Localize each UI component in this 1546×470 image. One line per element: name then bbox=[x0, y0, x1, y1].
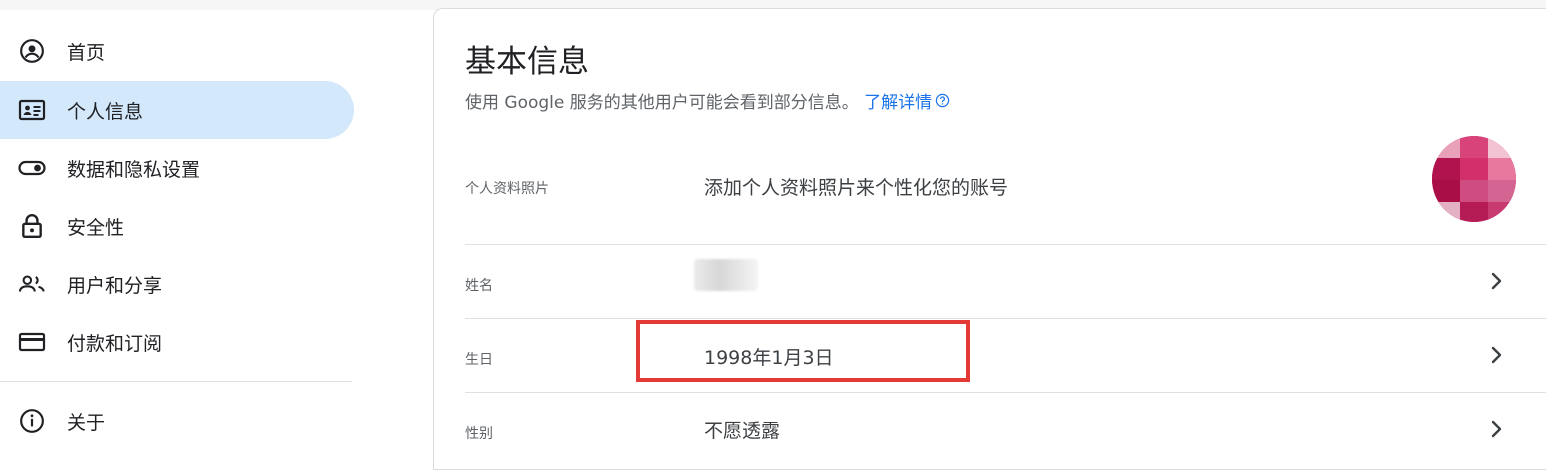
page-subtitle: 使用 Google 服务的其他用户可能会看到部分信息。 了解详情 bbox=[465, 88, 950, 113]
sidebar-item-label: 安全性 bbox=[67, 216, 125, 239]
sidebar-item-label: 关于 bbox=[67, 411, 106, 434]
lock-icon bbox=[18, 212, 46, 240]
subtitle-text: 使用 Google 服务的其他用户可能会看到部分信息。 bbox=[465, 93, 859, 113]
row-label-name: 姓名 bbox=[465, 278, 493, 294]
sidebar-item-label: 首页 bbox=[67, 41, 106, 64]
sidebar-item-security[interactable]: 安全性 bbox=[0, 197, 354, 255]
sidebar-item-label: 数据和隐私设置 bbox=[67, 158, 201, 181]
row-value-profile-photo: 添加个人资料照片来个性化您的账号 bbox=[704, 177, 1009, 199]
info-icon bbox=[18, 407, 46, 435]
avatar[interactable] bbox=[1432, 136, 1516, 222]
row-label-birthday: 生日 bbox=[465, 352, 493, 368]
sidebar-item-people-sharing[interactable]: 用户和分享 bbox=[0, 255, 354, 313]
sidebar-item-payments[interactable]: 付款和订阅 bbox=[0, 313, 354, 371]
chevron-right-icon bbox=[1491, 420, 1502, 438]
people-icon bbox=[18, 270, 46, 298]
sidebar-divider bbox=[0, 381, 352, 382]
gender-row[interactable]: 性别 不愿透露 bbox=[465, 393, 1546, 454]
help-circle-icon bbox=[935, 93, 950, 113]
learn-more-link[interactable]: 了解详情 bbox=[864, 93, 950, 113]
chevron-right-icon bbox=[1491, 346, 1502, 364]
sidebar-item-data-privacy[interactable]: 数据和隐私设置 bbox=[0, 139, 354, 197]
page-title: 基本信息 bbox=[465, 44, 589, 80]
birthday-row[interactable]: 生日 1998年1月3日 bbox=[465, 319, 1546, 392]
account-circle-icon bbox=[18, 37, 46, 65]
sidebar-item-home[interactable]: 首页 bbox=[0, 22, 354, 80]
chevron-right-icon bbox=[1491, 272, 1502, 290]
row-value-gender: 不愿透露 bbox=[704, 420, 781, 442]
sidebar-item-personal-info[interactable]: 个人信息 bbox=[0, 81, 354, 139]
row-label-profile-photo: 个人资料照片 bbox=[465, 181, 549, 197]
sidebar-item-label: 付款和订阅 bbox=[67, 332, 163, 355]
id-card-icon bbox=[18, 96, 46, 124]
name-redacted bbox=[694, 259, 758, 291]
sidebar-item-label: 用户和分享 bbox=[67, 274, 163, 297]
toggle-icon bbox=[18, 154, 46, 182]
row-label-gender: 性别 bbox=[465, 426, 493, 442]
name-row[interactable]: 姓名 bbox=[465, 245, 1546, 318]
highlight-box bbox=[636, 320, 970, 382]
credit-card-icon bbox=[18, 328, 46, 356]
profile-photo-row[interactable]: 个人资料照片 添加个人资料照片来个性化您的账号 bbox=[465, 140, 1546, 240]
learn-more-label: 了解详情 bbox=[864, 93, 933, 113]
sidebar-item-about[interactable]: 关于 bbox=[0, 392, 354, 450]
sidebar-item-label: 个人信息 bbox=[67, 100, 144, 123]
